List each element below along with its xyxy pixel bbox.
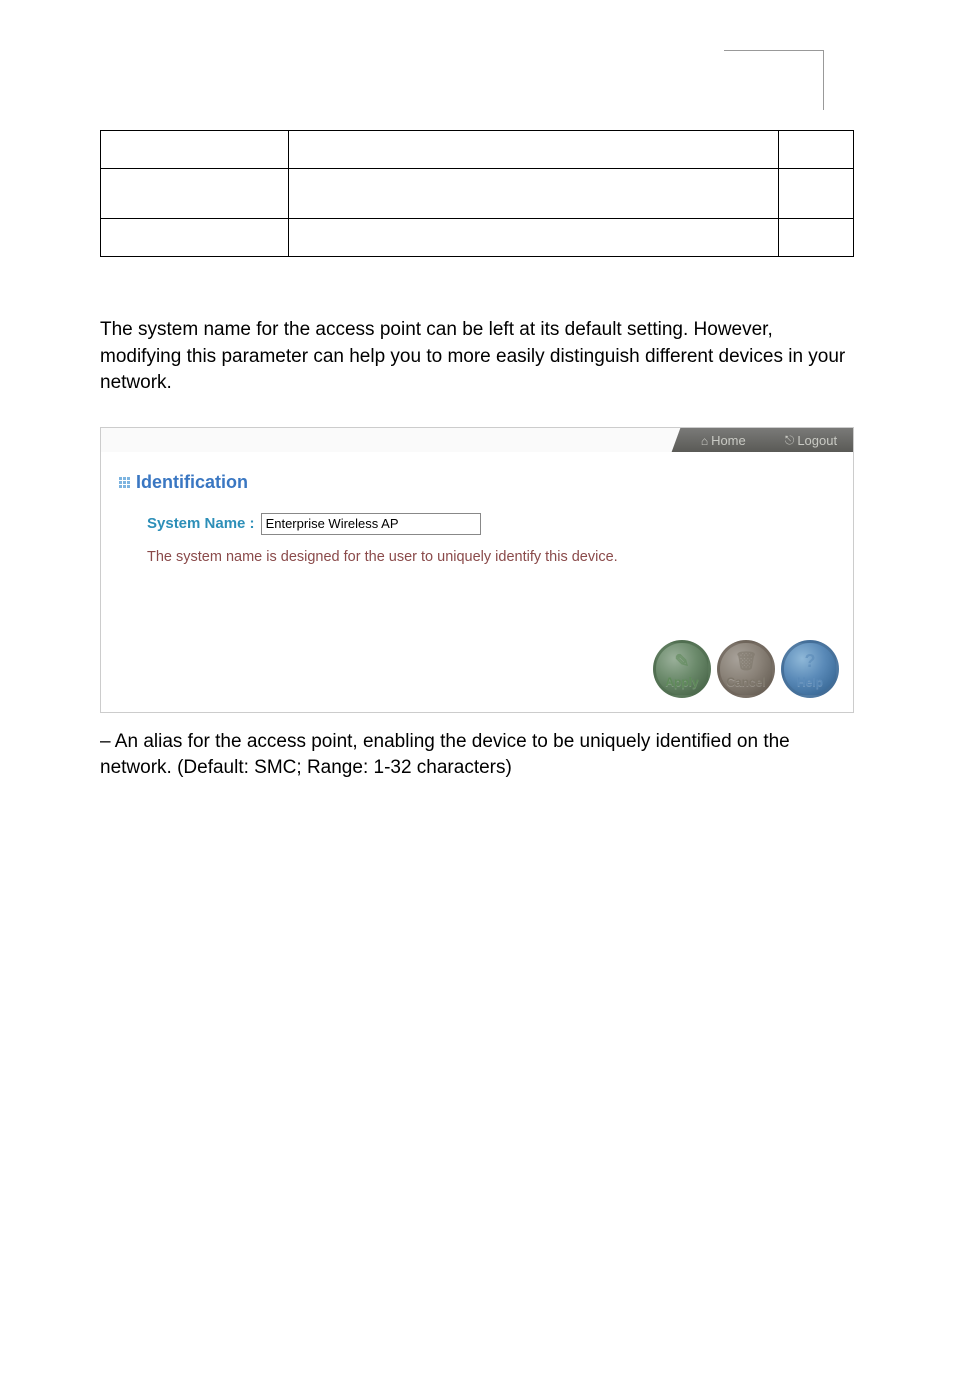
home-icon: ⌂ [701, 433, 708, 447]
home-tab[interactable]: ⌂ Home [672, 428, 775, 452]
apply-button[interactable]: ✎ Apply [653, 640, 711, 698]
section-header: Identification [119, 472, 835, 493]
system-name-input[interactable] [261, 513, 481, 535]
logout-icon: ⎋ [785, 432, 795, 447]
apply-button-label: Apply [665, 675, 698, 689]
cancel-button-label: Cancel [726, 675, 765, 689]
logout-tab-label: Logout [798, 432, 838, 447]
panel-tab-bar: ⌂ Home ⎋ Logout [101, 428, 853, 452]
logout-tab[interactable]: ⎋ Logout [760, 428, 853, 452]
panel-body: Identification System Name : The system … [101, 452, 853, 712]
section-title: Identification [136, 472, 248, 493]
page-content: The system name for the access point can… [0, 0, 954, 782]
help-icon: ? [805, 651, 816, 672]
top-table [100, 130, 854, 257]
system-name-label: System Name : [147, 515, 255, 532]
system-name-row: System Name : [147, 513, 835, 535]
cancel-button[interactable]: 🗑 Cancel [717, 640, 775, 698]
action-buttons: ✎ Apply 🗑 Cancel ? Help [653, 640, 839, 698]
grid-icon [119, 477, 130, 488]
page-corner-mark [764, 50, 824, 110]
help-button[interactable]: ? Help [781, 640, 839, 698]
apply-icon: ✎ [674, 651, 689, 672]
cancel-icon: 🗑 [735, 651, 758, 672]
footer-description: – An alias for the access point, enablin… [100, 729, 854, 782]
identification-panel: ⌂ Home ⎋ Logout Identification [100, 427, 854, 713]
help-button-label: Help [797, 675, 823, 689]
system-name-helper: The system name is designed for the user… [147, 549, 835, 565]
intro-paragraph: The system name for the access point can… [100, 317, 854, 397]
home-tab-label: Home [711, 432, 746, 447]
